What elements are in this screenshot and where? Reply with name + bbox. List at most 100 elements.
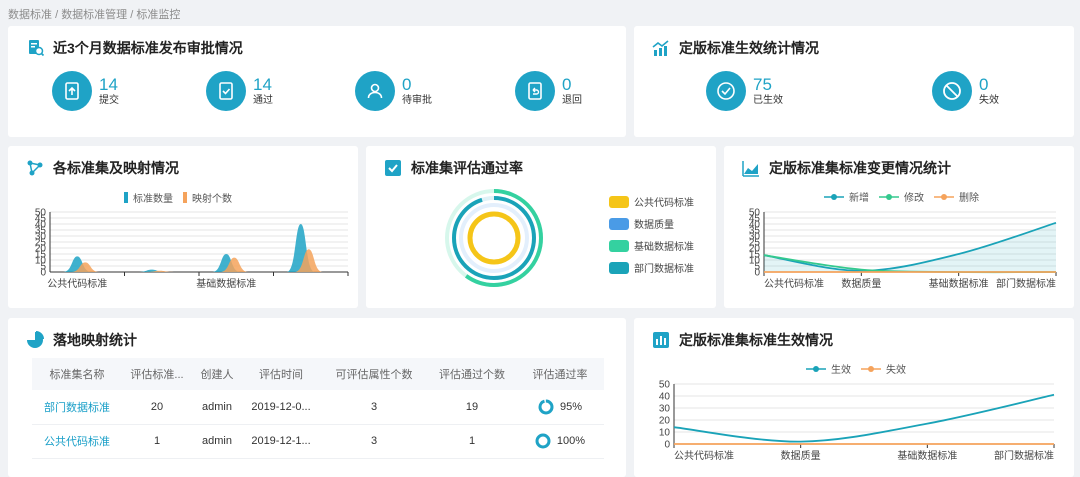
card-title: 定版标准集标准生效情况 bbox=[679, 332, 833, 348]
x-tick-label: 基础数据标准 bbox=[897, 449, 957, 462]
table-cell: admin bbox=[192, 390, 242, 425]
progress-ring bbox=[538, 399, 554, 415]
card-title: 定版标准生效统计情况 bbox=[679, 40, 819, 56]
legend-label: 生效 bbox=[831, 365, 851, 376]
table-cell: 2019-12-0... bbox=[242, 390, 320, 425]
column-header[interactable]: 评估通过率 bbox=[516, 358, 604, 390]
card-title: 近3个月数据标准发布审批情况 bbox=[53, 40, 243, 56]
legend-swatch bbox=[824, 193, 844, 200]
x-tick-label: 公共代码标准 bbox=[674, 450, 734, 462]
legend-swatch bbox=[609, 239, 629, 252]
check-circle-icon bbox=[706, 71, 746, 111]
legend-label: 数据质量 bbox=[634, 220, 674, 231]
legend-item[interactable]: 数据质量 bbox=[609, 216, 694, 231]
legend-item[interactable]: 部门数据标准 bbox=[609, 260, 694, 275]
table-cell: 20 bbox=[122, 390, 192, 425]
document-search-icon bbox=[29, 40, 44, 57]
x-tick-label: 公共代码标准 bbox=[764, 278, 824, 290]
legend-item[interactable]: 基础数据标准 bbox=[609, 238, 694, 253]
table-cell: admin bbox=[192, 424, 242, 459]
stat-value: 0 bbox=[562, 75, 572, 94]
column-header[interactable]: 评估时间 bbox=[242, 358, 320, 390]
stat-pending: 0 待审批 bbox=[355, 71, 432, 111]
stat-value: 0 bbox=[979, 75, 989, 94]
stat-invalid: 0 失效 bbox=[932, 71, 999, 111]
column-header[interactable]: 标准集名称 bbox=[32, 358, 122, 390]
stat-effective: 75 已生效 bbox=[706, 71, 783, 111]
breadcrumb-item[interactable]: 数据标准管理 bbox=[61, 9, 127, 21]
y-tick-label: 50 bbox=[749, 208, 761, 219]
stat-label: 待审批 bbox=[402, 95, 432, 106]
legend-swatch bbox=[609, 217, 629, 230]
legend-item[interactable]: 生效 bbox=[806, 361, 851, 376]
y-tick-label: 10 bbox=[659, 428, 671, 439]
approval-card: 近3个月数据标准发布审批情况 14 提交 14 通过 0 待审批 0 退回 bbox=[8, 26, 626, 137]
stat-label: 通过 bbox=[253, 95, 273, 106]
breadcrumb-item[interactable]: 数据标准 bbox=[8, 9, 52, 21]
legend-item[interactable]: 公共代码标准 bbox=[609, 194, 694, 209]
passrate-rings-chart bbox=[445, 189, 543, 287]
stat-submitted: 14 提交 bbox=[52, 71, 119, 111]
stat-value: 75 bbox=[753, 75, 772, 94]
stat-returned: 0 退回 bbox=[515, 71, 582, 111]
card-title: 各标准集及映射情况 bbox=[53, 160, 179, 176]
stat-value: 14 bbox=[99, 75, 118, 94]
stat-passed: 14 通过 bbox=[206, 71, 273, 111]
change-line-chart: 05101520253035404550公共代码标准 数据质量 基础数据标准 部门数据… bbox=[749, 208, 1057, 290]
ring-arc bbox=[467, 211, 521, 265]
column-header[interactable]: 可评估属性个数 bbox=[320, 358, 428, 390]
pie-chart-icon bbox=[27, 331, 44, 348]
table-cell: 1 bbox=[122, 424, 192, 459]
effective-card: 定版标准生效统计情况 75 已生效 0 失效 bbox=[634, 26, 1074, 137]
trend-chart-icon bbox=[652, 40, 669, 56]
effect2-card: 定版标准集标准生效情况 生效 失效 0 10 20 30 40 50 公共代码标准 数据质量 基… bbox=[634, 318, 1074, 477]
y-tick-label: 0 bbox=[664, 440, 670, 451]
x-tick-label: 数据质量 bbox=[781, 449, 821, 462]
column-header[interactable]: 创建人 bbox=[192, 358, 242, 390]
stat-label: 提交 bbox=[99, 95, 119, 106]
check-doc-icon bbox=[206, 71, 246, 111]
area-chart-icon bbox=[742, 161, 759, 177]
x-tick-label: 基础数据标准 bbox=[196, 277, 256, 290]
legend-label: 公共代码标准 bbox=[634, 198, 694, 209]
passrate-card: 标准集评估通过率 公共代码标准 数据质量 基础数据标准 部门数据标准 bbox=[366, 146, 716, 308]
ban-icon bbox=[932, 71, 972, 111]
legend-swatch bbox=[806, 365, 826, 372]
legend-swatch bbox=[934, 193, 954, 200]
column-header[interactable]: 评估标准... bbox=[122, 358, 192, 390]
progress-ring bbox=[535, 433, 551, 449]
table-cell: 3 bbox=[320, 424, 428, 459]
table-cell: 19 bbox=[428, 390, 516, 425]
return-doc-icon bbox=[515, 71, 555, 111]
landing-table: 标准集名称 评估标准... 创建人 评估时间 可评估属性个数 评估通过个数 评估… bbox=[32, 358, 604, 459]
column-header[interactable]: 评估通过个数 bbox=[428, 358, 516, 390]
table-header-row: 标准集名称 评估标准... 创建人 评估时间 可评估属性个数 评估通过个数 评估… bbox=[32, 358, 604, 390]
legend-label: 部门数据标准 bbox=[634, 264, 694, 275]
card-title: 定版标准集标准变更情况统计 bbox=[769, 160, 951, 176]
legend-label: 基础数据标准 bbox=[634, 242, 694, 253]
legend-swatch bbox=[609, 261, 629, 274]
mapping-card: 各标准集及映射情况 标准数量 映射个数 0 5 10 15 20 25 30 35 40 45 50… bbox=[8, 146, 358, 308]
legend-swatch bbox=[861, 365, 881, 372]
chart-legend: 公共代码标准 数据质量 基础数据标准 部门数据标准 bbox=[609, 194, 694, 275]
table-cell: 3 bbox=[320, 390, 428, 425]
y-tick-label: 50 bbox=[659, 380, 671, 391]
table-cell: 2019-12-1... bbox=[242, 424, 320, 459]
pass-rate-value: 100% bbox=[556, 435, 586, 447]
x-tick-label: 数据质量 bbox=[841, 277, 881, 290]
mapping-area-chart: 05101520253035404550公共代码标准 基础数据标准 bbox=[35, 208, 349, 290]
breadcrumb-item: 标准监控 bbox=[136, 9, 181, 21]
series-line bbox=[673, 393, 1055, 443]
bar-chart-icon bbox=[653, 332, 669, 348]
user-icon bbox=[355, 71, 395, 111]
legend-item[interactable]: 失效 bbox=[861, 361, 906, 376]
standard-set-link[interactable]: 部门数据标准 bbox=[32, 390, 122, 425]
legend-swatch bbox=[609, 195, 629, 208]
stat-label: 失效 bbox=[979, 95, 999, 106]
x-tick-label: 公共代码标准 bbox=[47, 278, 107, 290]
stat-value: 0 bbox=[402, 75, 412, 94]
ring-arc bbox=[452, 196, 536, 280]
standard-set-link[interactable]: 公共代码标准 bbox=[32, 424, 122, 459]
stat-label: 退回 bbox=[562, 95, 582, 106]
y-tick-label: 30 bbox=[659, 404, 671, 415]
